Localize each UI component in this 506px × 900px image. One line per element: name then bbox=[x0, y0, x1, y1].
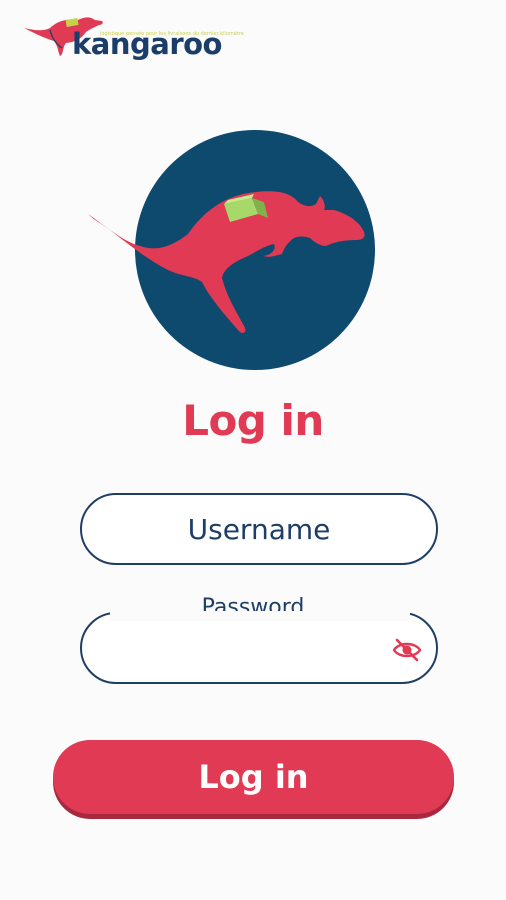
eye-slash-icon[interactable] bbox=[392, 637, 422, 663]
login-button[interactable]: Log in bbox=[53, 740, 454, 814]
brand-logo: logistique pensée pour les livraisons du… bbox=[22, 8, 244, 68]
login-screen: logistique pensée pour les livraisons du… bbox=[0, 0, 506, 900]
username-field-wrapper bbox=[80, 493, 438, 565]
username-input[interactable] bbox=[82, 495, 436, 563]
password-field-wrapper bbox=[80, 611, 438, 684]
password-input[interactable] bbox=[82, 614, 436, 682]
kangaroo-with-package-icon bbox=[88, 130, 375, 370]
page-title: Log in bbox=[182, 396, 324, 445]
brand-wordmark: kangaroo bbox=[72, 27, 222, 61]
